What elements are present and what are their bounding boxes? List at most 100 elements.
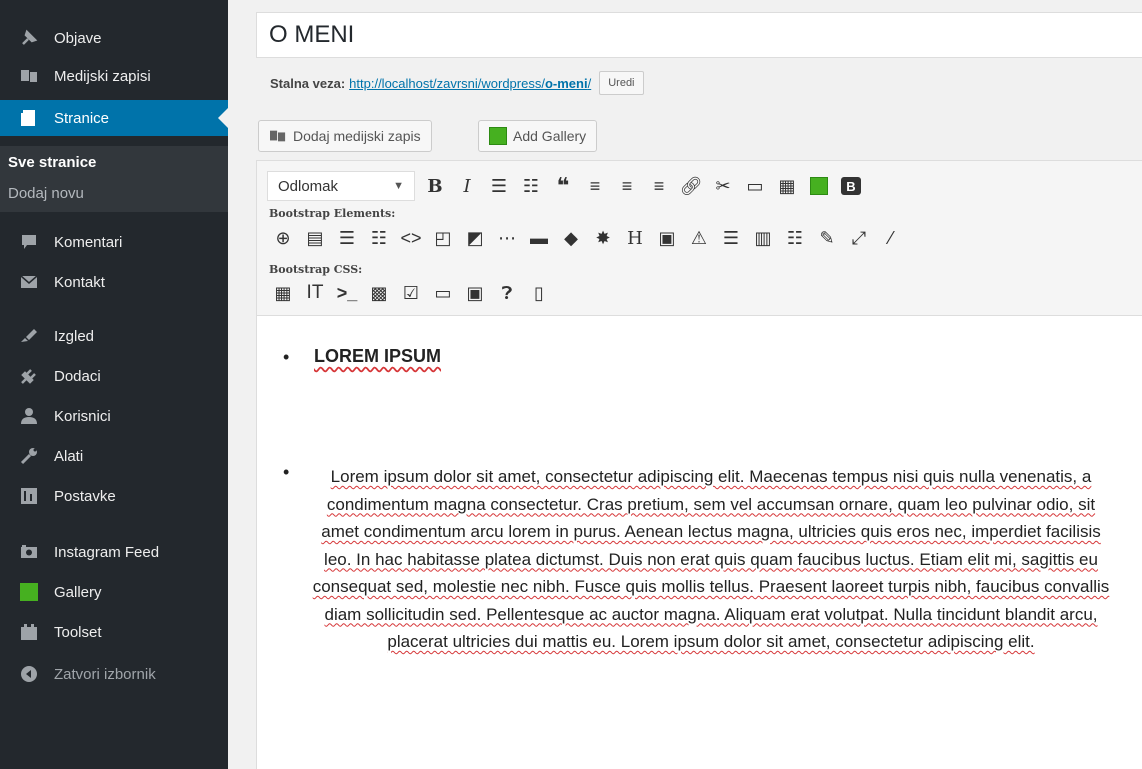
link-icon[interactable]: 🔗︎ [675, 171, 707, 201]
collapse-icon [18, 663, 40, 685]
add-gallery-label: Add Gallery [513, 128, 587, 144]
menu-label: Medijski zapisi [54, 67, 151, 85]
permalink-end: / [587, 75, 592, 91]
tabs-icon[interactable]: ◰ [427, 223, 459, 253]
page-title-text: O MENI [269, 21, 355, 48]
list-bullet: • [283, 347, 290, 367]
align-center-icon[interactable]: ≡ [611, 171, 643, 201]
menu-item-dodaci[interactable]: Dodaci [0, 358, 228, 394]
pages-icon [18, 107, 40, 129]
toolset-icon [18, 621, 40, 643]
heading-icon[interactable]: H [619, 223, 651, 253]
list-group-icon[interactable]: ☷ [363, 223, 395, 253]
add-circle-icon[interactable]: ⊕ [267, 223, 299, 253]
menu-label: Objave [54, 29, 102, 47]
panel-icon[interactable]: ▤ [299, 223, 331, 253]
add-gallery-button[interactable]: Add Gallery [478, 120, 598, 152]
menu-label: Stranice [54, 109, 110, 127]
format-select[interactable]: Odlomak ▼ [267, 171, 415, 201]
menu-item-stranice[interactable]: Stranice [0, 100, 228, 136]
menu-item-toolset[interactable]: Toolset [0, 614, 228, 650]
comments-icon [18, 231, 40, 253]
grid-icon[interactable]: ▦ [267, 278, 299, 308]
add-media-button[interactable]: Dodaj medijski zapis [258, 120, 432, 152]
menu-item-gallery[interactable]: Gallery [0, 574, 228, 610]
permalink-base: http://localhost/zavrsni/wordpress/ [349, 75, 545, 91]
well-icon[interactable]: ☰ [715, 223, 747, 253]
terminal-icon[interactable]: >_ [331, 278, 363, 308]
checkbox-icon[interactable]: ☑ [395, 278, 427, 308]
menu-label: Kontakt [54, 273, 105, 291]
italic-icon[interactable]: I [451, 171, 483, 201]
menu-label: Dodaci [54, 367, 101, 385]
permalink-link[interactable]: http://localhost/zavrsni/wordpress/o-men… [349, 76, 591, 91]
menu-label: Toolset [54, 623, 102, 641]
fullscreen-icon[interactable]: ⤢ [843, 223, 875, 253]
permalink-label: Stalna veza: [270, 75, 346, 91]
menu-item-komentari[interactable]: Komentari [0, 224, 228, 260]
menu-label: Instagram Feed [54, 543, 160, 561]
page-title-input[interactable]: O MENI [256, 12, 1142, 58]
bold-icon[interactable]: B [419, 171, 451, 201]
menu-item-izgled[interactable]: Izgled [0, 318, 228, 354]
editor: Odlomak ▼ B I ☰ ☷ ❝ ≡ ≡ ≡ 🔗︎ ✂ ▭ ▦ B Boo… [256, 160, 1142, 769]
resize-icon[interactable]: ◩ [459, 223, 491, 253]
align-right-icon[interactable]: ≡ [643, 171, 675, 201]
submenu-all-pages[interactable]: Sve stranice [8, 154, 96, 171]
bootstrap-elements-label: Bootstrap Elements: [269, 207, 396, 220]
tag-icon[interactable]: ◆ [555, 223, 587, 253]
menu-item-instagram-feed[interactable]: Instagram Feed [0, 534, 228, 570]
toolbar-row-bootstrap-css: ▦ IT >_ ▩ ☑ ▭ ▣ ❓︎ ▯ [267, 278, 555, 308]
list-bullet: • [283, 462, 290, 482]
read-more-icon[interactable]: ▭ [739, 171, 771, 201]
blockquote-icon[interactable]: ❝ [547, 171, 579, 201]
gallery-icon [18, 581, 40, 603]
code-icon[interactable]: <> [395, 223, 427, 253]
list-icon[interactable]: ☷ [779, 223, 811, 253]
permalink-row: Stalna veza: http://localhost/zavrsni/wo… [270, 70, 644, 96]
submenu-add-new[interactable]: Dodaj novu [8, 185, 84, 202]
content-heading: LOREM IPSUM [314, 346, 442, 366]
bullet-list-icon[interactable]: ☰ [483, 171, 515, 201]
progress-icon[interactable]: ⋯ [491, 223, 523, 253]
help-icon[interactable]: ❓︎ [491, 278, 523, 308]
menu-label: Postavke [54, 487, 116, 505]
menu-item-medijski-zapisi[interactable]: Medijski zapisi [0, 58, 228, 94]
typography-icon[interactable]: IT [299, 278, 331, 308]
badge-icon[interactable]: ✸ [587, 223, 619, 253]
menu-item-objave[interactable]: Objave [0, 20, 228, 56]
media-icon [269, 128, 287, 144]
editor-toolbar: Odlomak ▼ B I ☰ ☷ ❝ ≡ ≡ ≡ 🔗︎ ✂ ▭ ▦ B Boo… [257, 161, 1142, 316]
button-icon[interactable]: ▭ [427, 278, 459, 308]
users-icon [18, 405, 40, 427]
grid-large-icon[interactable]: ▩ [363, 278, 395, 308]
menu-item-collapse[interactable]: Zatvori izbornik [0, 656, 228, 692]
pin-icon [18, 27, 40, 49]
image-icon[interactable]: ▣ [651, 223, 683, 253]
menu-item-kontakt[interactable]: Kontakt [0, 264, 228, 300]
mail-icon [18, 271, 40, 293]
mobile-icon[interactable]: ▯ [523, 278, 555, 308]
edit-icon[interactable]: ✎ [811, 223, 843, 253]
toolbar-toggle-icon[interactable]: ▦ [771, 171, 803, 201]
unlink-icon[interactable]: ✂ [707, 171, 739, 201]
alert-icon[interactable]: ⚠ [683, 223, 715, 253]
menu-label: Izgled [54, 327, 95, 345]
menu-item-alati[interactable]: Alati [0, 438, 228, 474]
divider-icon[interactable]: ▬ [523, 223, 555, 253]
content-paragraph: Lorem ipsum dolor sit amet, consectetur … [307, 463, 1115, 656]
bootstrap-icon[interactable]: B [835, 171, 867, 201]
menu-label: Komentari [54, 233, 123, 251]
magic-wand-icon[interactable]: ⁄ [875, 223, 907, 253]
gallery-icon[interactable] [803, 171, 835, 201]
numbered-list-icon[interactable]: ☷ [515, 171, 547, 201]
align-left-icon[interactable]: ≡ [579, 171, 611, 201]
paragraph-text: Lorem ipsum dolor sit amet, consectetur … [312, 467, 1110, 651]
image-css-icon[interactable]: ▣ [459, 278, 491, 308]
menu-item-postavke[interactable]: Postavke [0, 478, 228, 514]
edit-permalink-button[interactable]: Uredi [599, 71, 644, 95]
menu-item-korisnici[interactable]: Korisnici [0, 398, 228, 434]
menu-label: Korisnici [54, 407, 111, 425]
accordion-icon[interactable]: ☰ [331, 223, 363, 253]
media-object-icon[interactable]: ▥ [747, 223, 779, 253]
